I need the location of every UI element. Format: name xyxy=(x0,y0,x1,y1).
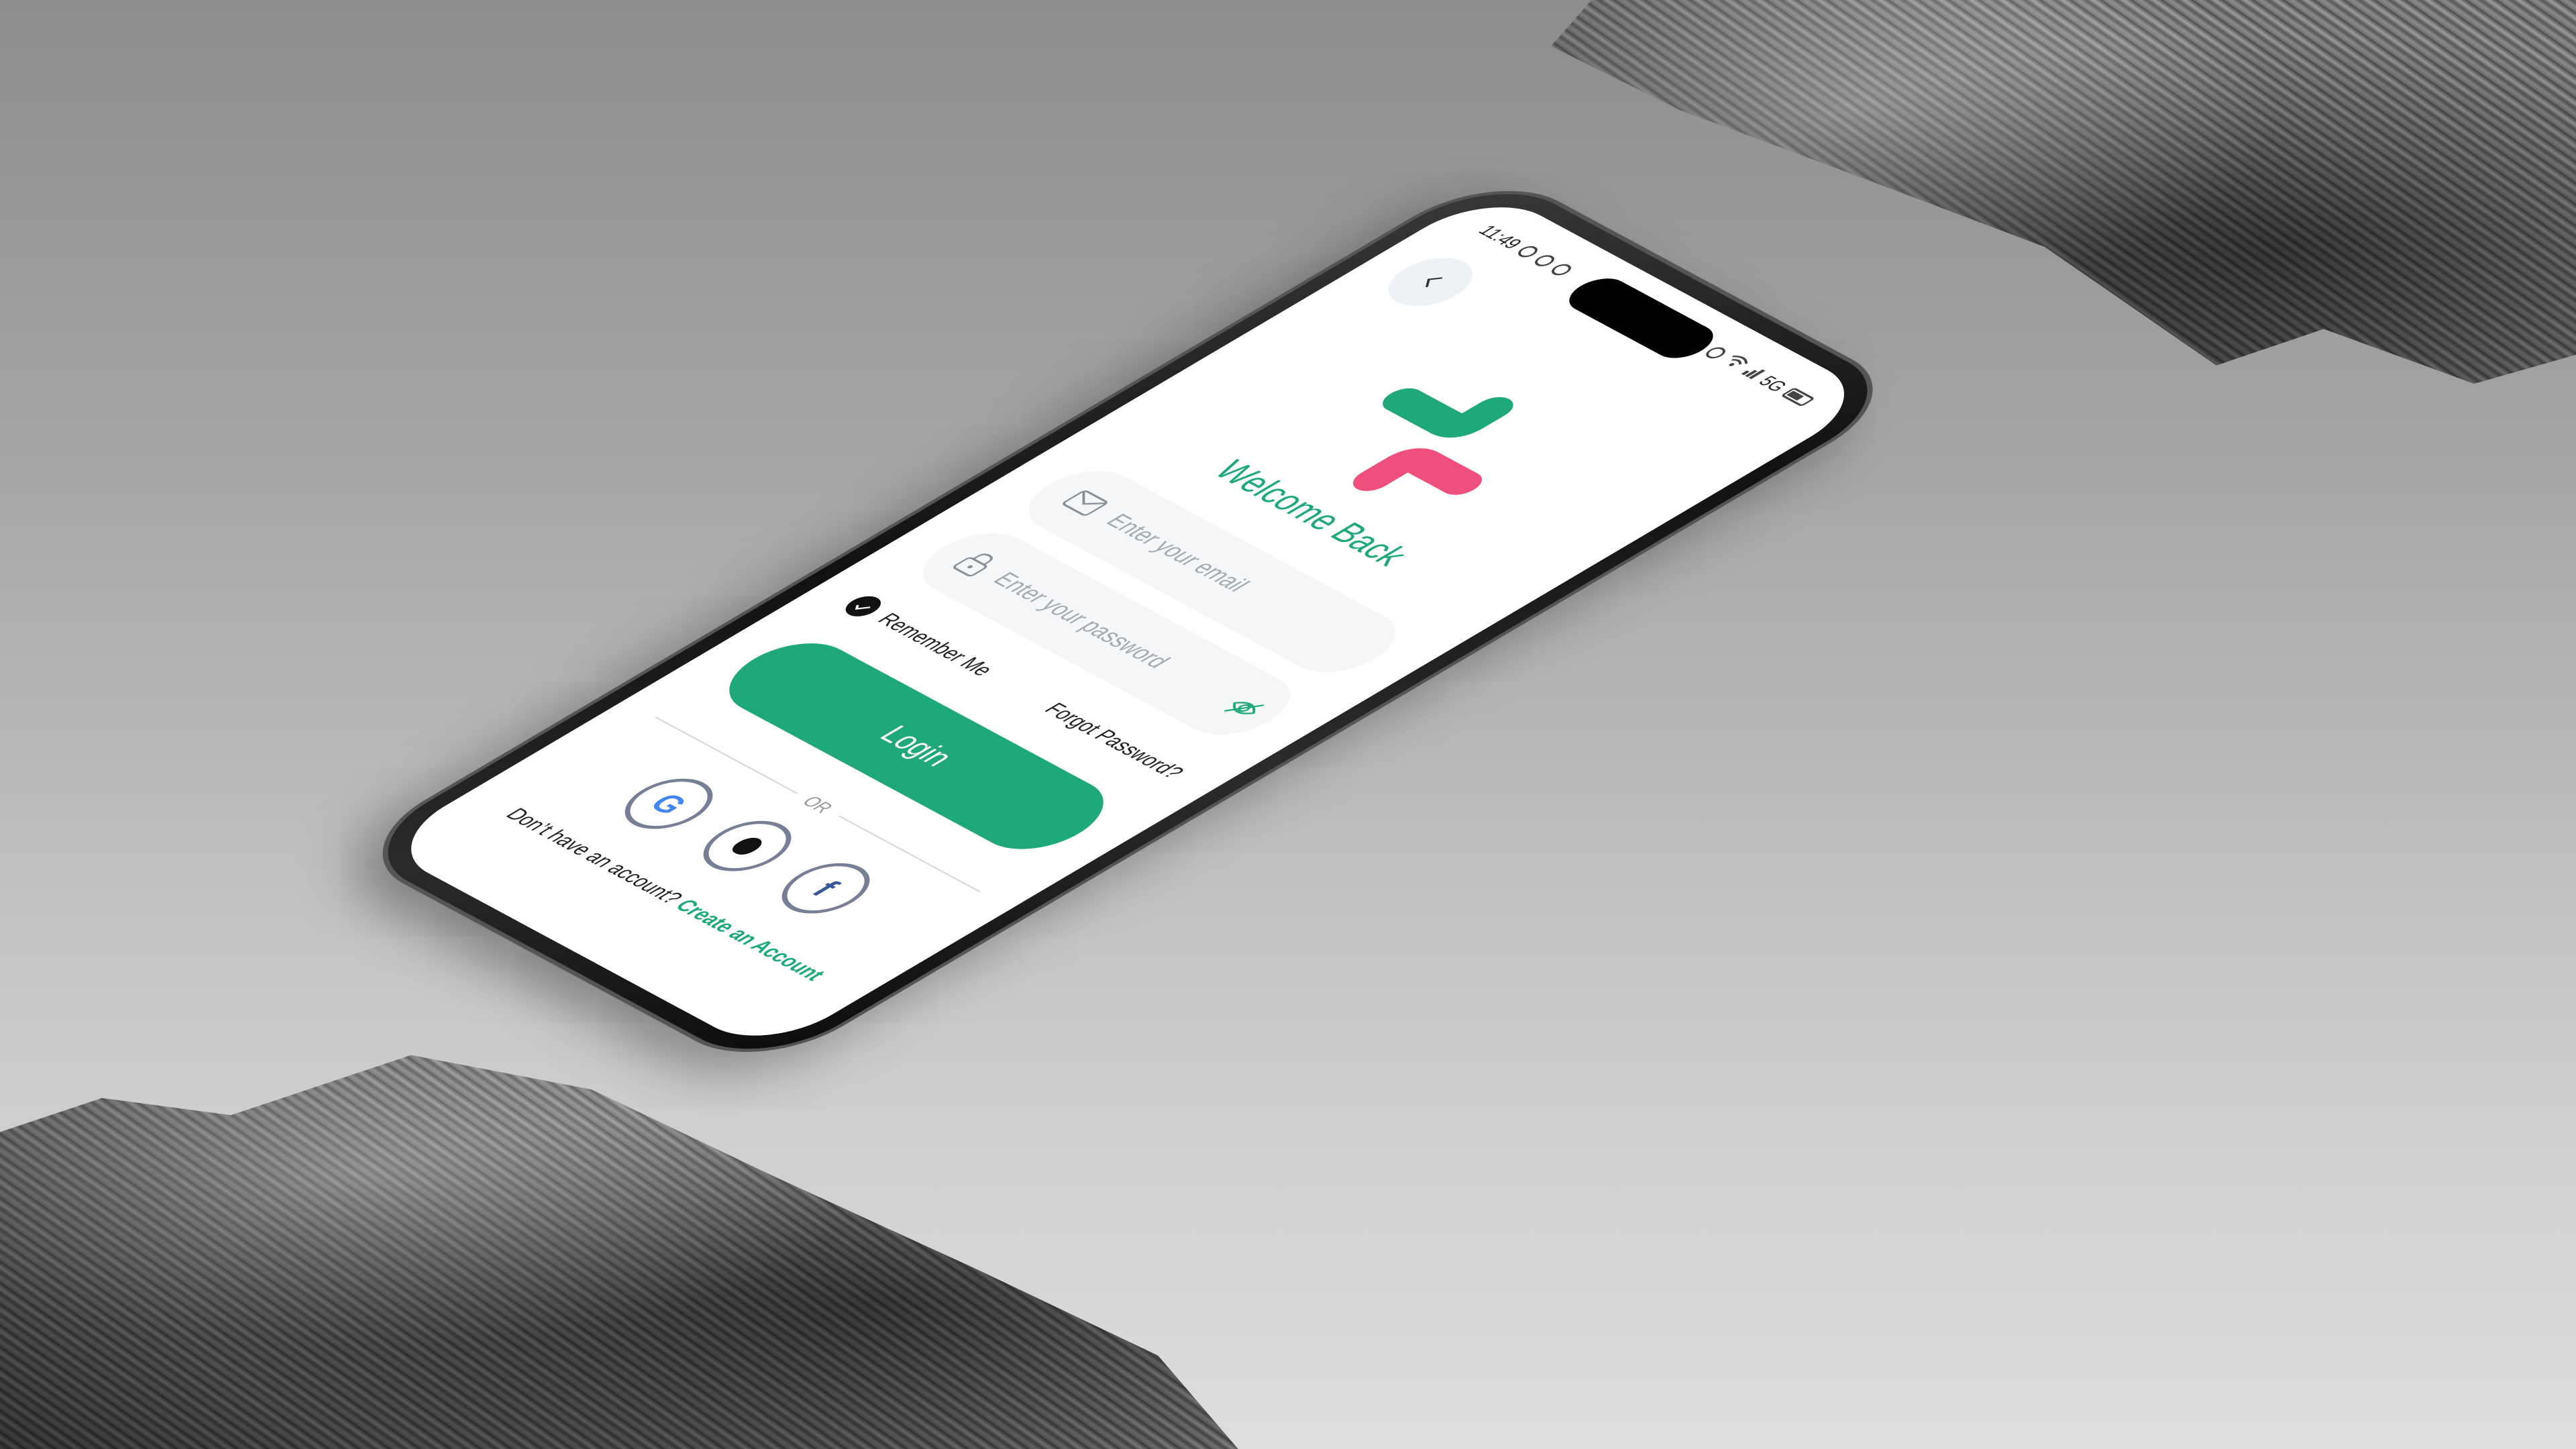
or-label: OR xyxy=(797,792,839,816)
status-time: 11:49 xyxy=(1473,221,1528,252)
apple-icon xyxy=(727,835,767,858)
mail-icon xyxy=(1057,487,1113,519)
lock-icon xyxy=(951,549,1000,578)
dynamic-island xyxy=(1558,272,1725,365)
chat-icon xyxy=(1548,262,1575,278)
remember-label: Remember Me xyxy=(871,610,1000,680)
mockup-scene: 11:49 5G Welcome Back Enter your email R… xyxy=(0,0,2576,1449)
google-login-button[interactable]: G xyxy=(607,769,731,839)
phone-screen: 11:49 5G Welcome Back Enter your email R… xyxy=(377,189,1878,1055)
facebook-login-button[interactable]: f xyxy=(764,853,888,924)
google-icon: G xyxy=(641,788,697,820)
apple-login-button[interactable] xyxy=(686,811,809,881)
rock-bottom xyxy=(0,1055,1261,1449)
notification-icon xyxy=(1514,244,1542,260)
whatsapp-icon xyxy=(1531,253,1558,269)
check-circle-icon[interactable] xyxy=(839,592,888,621)
alarm-icon xyxy=(1702,345,1729,361)
phone-frame: 11:49 5G Welcome Back Enter your email R… xyxy=(341,168,1915,1075)
phone-mockup: 11:49 5G Welcome Back Enter your email R… xyxy=(341,168,1915,1075)
back-button[interactable] xyxy=(1371,248,1490,316)
chevron-left-icon xyxy=(1407,268,1455,296)
status-bar-right: 5G xyxy=(1699,343,1819,409)
status-bar-left: 11:49 xyxy=(1473,221,1578,279)
battery-icon xyxy=(1780,387,1816,407)
facebook-icon: f xyxy=(803,875,849,902)
